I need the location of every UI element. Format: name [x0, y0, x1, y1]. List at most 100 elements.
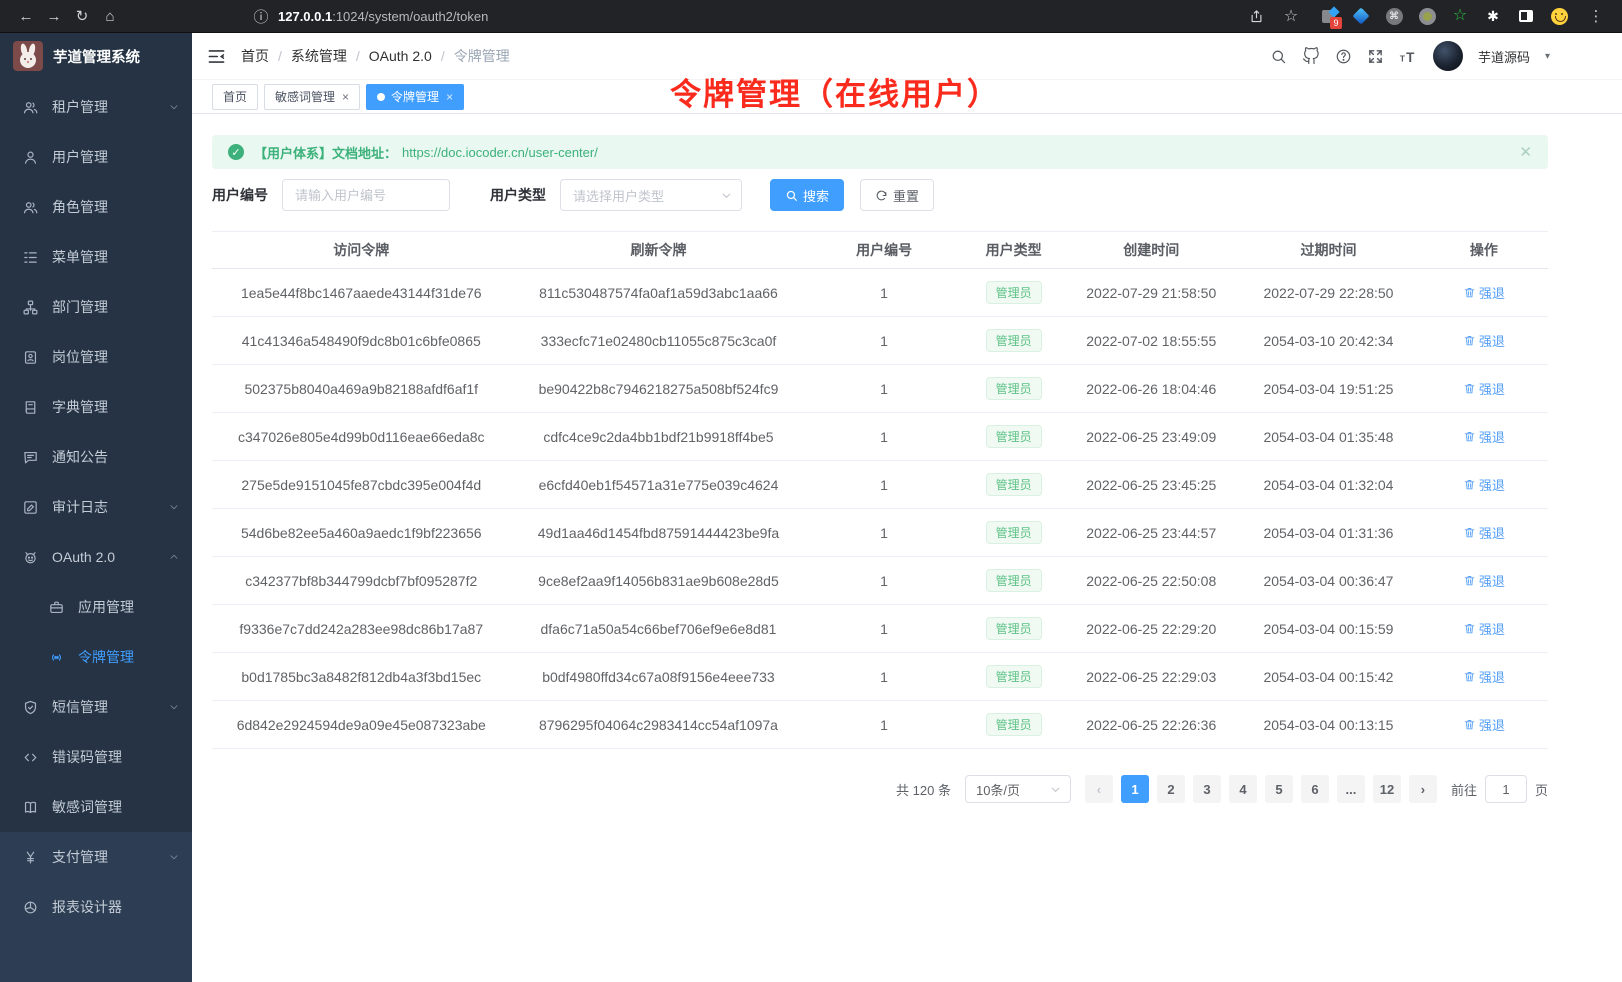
- tab-close-icon[interactable]: ×: [342, 90, 349, 104]
- sidebar-item-字典管理[interactable]: 字典管理: [0, 382, 192, 432]
- user-type-cell: 管理员: [962, 317, 1066, 365]
- user-id-cell: 1: [806, 365, 961, 413]
- search-button[interactable]: 搜索: [770, 179, 844, 211]
- doc-link[interactable]: https://doc.iocoder.cn/user-center/: [402, 145, 598, 160]
- menu-tree-icon: [20, 249, 40, 266]
- page-button-3[interactable]: 3: [1193, 775, 1221, 803]
- breadcrumb-item-首页[interactable]: 首页: [241, 46, 269, 66]
- page-button-1[interactable]: 1: [1121, 775, 1149, 803]
- user-id-cell: 1: [806, 413, 961, 461]
- force-logout-button[interactable]: 强退: [1463, 427, 1505, 446]
- goto-label: 前往: [1451, 780, 1477, 799]
- search-icon[interactable]: [1270, 48, 1287, 65]
- force-logout-button[interactable]: 强退: [1463, 283, 1505, 302]
- more-pages-button[interactable]: ...: [1337, 775, 1365, 803]
- collapse-sidebar-icon[interactable]: [207, 47, 226, 66]
- address-bar[interactable]: ⓘ 127.0.0.1:1024/system/oauth2/token: [252, 2, 1249, 30]
- sidebar-item-报表设计器[interactable]: 报表设计器: [0, 882, 192, 932]
- force-logout-button[interactable]: 强退: [1463, 571, 1505, 590]
- reload-icon[interactable]: ↻: [68, 2, 96, 30]
- sidebar-item-应用管理[interactable]: 应用管理: [0, 582, 192, 632]
- announcement-icon: [20, 449, 40, 466]
- extension-star-icon[interactable]: ☆: [1450, 6, 1470, 26]
- bookmark-star-icon[interactable]: ☆: [1277, 2, 1305, 30]
- goto-page-input[interactable]: [1485, 775, 1527, 803]
- back-icon[interactable]: ←: [12, 2, 40, 30]
- home-icon[interactable]: ⌂: [96, 2, 124, 30]
- sidebar-item-岗位管理[interactable]: 岗位管理: [0, 332, 192, 382]
- table-row: c342377bf8b344799dcbf7bf095287f29ce8ef2a…: [212, 557, 1548, 605]
- sidebar-item-部门管理[interactable]: 部门管理: [0, 282, 192, 332]
- profile-emoji-icon[interactable]: [1549, 6, 1569, 26]
- force-logout-button[interactable]: 强退: [1463, 619, 1505, 638]
- user-icon: [20, 149, 40, 166]
- user-name[interactable]: 芋道源码: [1478, 47, 1530, 66]
- side-panel-icon[interactable]: [1516, 6, 1536, 26]
- created-time-cell: 2022-07-29 21:58:50: [1065, 269, 1237, 317]
- extension-grid-icon[interactable]: 9: [1318, 6, 1338, 26]
- help-icon[interactable]: [1335, 48, 1352, 65]
- site-info-icon[interactable]: ⓘ: [252, 2, 270, 30]
- column-header-用户类型: 用户类型: [962, 232, 1066, 269]
- prev-page-button[interactable]: ‹: [1085, 775, 1113, 803]
- user-avatar[interactable]: [1433, 41, 1463, 71]
- sidebar-item-令牌管理[interactable]: 令牌管理: [0, 632, 192, 682]
- topbar: 首页/系统管理/OAuth 2.0/令牌管理 TT 芋道源码: [192, 33, 1622, 80]
- sidebar-item-角色管理[interactable]: 角色管理: [0, 182, 192, 232]
- tab-首页[interactable]: 首页: [212, 84, 258, 110]
- sidebar-item-审计日志[interactable]: 审计日志: [0, 482, 192, 532]
- refresh-token-cell: 8796295f04064c2983414cc54af1097a: [511, 701, 807, 749]
- forward-icon[interactable]: →: [40, 2, 68, 30]
- page-size-select[interactable]: 10条/页: [965, 775, 1071, 803]
- extension-record-icon[interactable]: [1417, 6, 1437, 26]
- sidebar-item-通知公告[interactable]: 通知公告: [0, 432, 192, 482]
- page-button-12[interactable]: 12: [1373, 775, 1401, 803]
- page-button-6[interactable]: 6: [1301, 775, 1329, 803]
- sidebar-item-租户管理[interactable]: 租户管理: [0, 82, 192, 132]
- reset-button[interactable]: 重置: [860, 179, 934, 211]
- sidebar-item-短信管理[interactable]: 短信管理: [0, 682, 192, 732]
- page-button-5[interactable]: 5: [1265, 775, 1293, 803]
- extension-pinwheel-icon[interactable]: ✱: [1483, 6, 1503, 26]
- post-badge-icon: [20, 349, 40, 366]
- force-logout-button[interactable]: 强退: [1463, 379, 1505, 398]
- force-logout-button[interactable]: 强退: [1463, 475, 1505, 494]
- column-header-创建时间: 创建时间: [1065, 232, 1237, 269]
- alert-close-icon[interactable]: ✕: [1519, 143, 1532, 161]
- page-button-2[interactable]: 2: [1157, 775, 1185, 803]
- browser-menu-icon[interactable]: ⋮: [1582, 2, 1610, 30]
- sidebar-item-错误码管理[interactable]: 错误码管理: [0, 732, 192, 782]
- force-logout-button[interactable]: 强退: [1463, 667, 1505, 686]
- next-page-button[interactable]: ›: [1409, 775, 1437, 803]
- page-button-4[interactable]: 4: [1229, 775, 1257, 803]
- tab-令牌管理[interactable]: 令牌管理×: [366, 84, 464, 110]
- sidebar-item-敏感词管理[interactable]: 敏感词管理: [0, 782, 192, 832]
- tab-敏感词管理[interactable]: 敏感词管理×: [264, 84, 360, 110]
- breadcrumb-item-OAuth 2.0[interactable]: OAuth 2.0: [369, 48, 432, 64]
- force-logout-button[interactable]: 强退: [1463, 715, 1505, 734]
- share-icon[interactable]: [1249, 9, 1264, 24]
- trash-icon: [1463, 430, 1476, 443]
- user-id-cell: 1: [806, 557, 961, 605]
- user-type-select[interactable]: 请选择用户类型: [560, 179, 742, 211]
- access-token-cell: c342377bf8b344799dcbf7bf095287f2: [212, 557, 511, 605]
- extension-gem-icon[interactable]: [1351, 6, 1371, 26]
- sidebar-item-菜单管理[interactable]: 菜单管理: [0, 232, 192, 282]
- trash-icon: [1463, 718, 1476, 731]
- extension-command-icon[interactable]: ⌘: [1384, 6, 1404, 26]
- active-tab-dot-icon: [377, 93, 385, 101]
- sidebar-item-OAuth 2.0[interactable]: OAuth 2.0: [0, 532, 192, 582]
- trash-icon: [1463, 622, 1476, 635]
- force-logout-button[interactable]: 强退: [1463, 331, 1505, 350]
- force-logout-button[interactable]: 强退: [1463, 523, 1505, 542]
- tab-close-icon[interactable]: ×: [446, 90, 453, 104]
- github-icon[interactable]: [1302, 47, 1320, 65]
- app-briefcase-icon: [46, 599, 66, 616]
- user-menu-caret-icon[interactable]: ▾: [1545, 51, 1550, 62]
- user-id-input[interactable]: [282, 179, 450, 211]
- font-size-icon[interactable]: TT: [1399, 47, 1418, 66]
- sidebar-item-用户管理[interactable]: 用户管理: [0, 132, 192, 182]
- sidebar-item-支付管理[interactable]: 支付管理: [0, 832, 192, 882]
- breadcrumb-item-系统管理[interactable]: 系统管理: [291, 46, 347, 66]
- fullscreen-icon[interactable]: [1367, 48, 1384, 65]
